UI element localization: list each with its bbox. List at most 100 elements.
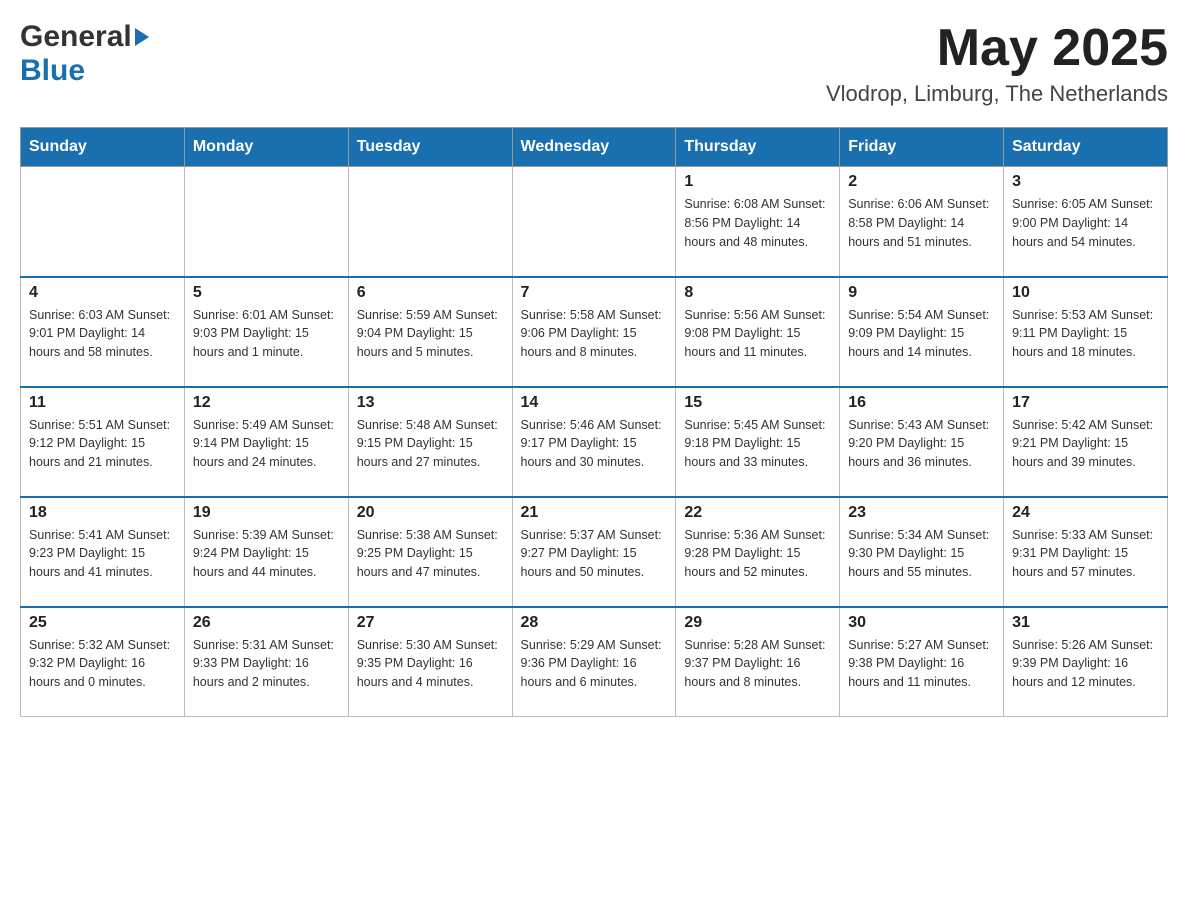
day-number: 19 xyxy=(193,504,340,522)
calendar-day-cell: 18 Sunrise: 5:41 AM Sunset: 9:23 PM Dayli… xyxy=(21,497,185,607)
calendar-day-cell xyxy=(21,167,185,277)
day-number: 8 xyxy=(684,284,831,302)
calendar-day-cell: 7Sunrise: 5:58 AM Sunset: 9:06 PM Daylig… xyxy=(512,277,676,387)
calendar-day-cell: 11 Sunrise: 5:51 AM Sunset: 9:12 PM Dayli… xyxy=(21,387,185,497)
day-number: 24 xyxy=(1012,504,1159,522)
day-info: Sunrise: 6:03 AM Sunset: 9:01 PM Dayligh… xyxy=(29,306,176,362)
day-info: Sunrise: 5:31 AM Sunset: 9:33 PM Dayligh… xyxy=(193,636,340,692)
day-number: 23 xyxy=(848,504,995,522)
day-number: 4 xyxy=(29,284,176,302)
day-number: 25 xyxy=(29,614,176,632)
day-number: 27 xyxy=(357,614,504,632)
calendar-day-cell xyxy=(348,167,512,277)
col-tuesday: Tuesday xyxy=(348,128,512,167)
day-info: Sunrise: 5:49 AM Sunset: 9:14 PM Dayligh… xyxy=(193,416,340,472)
calendar-day-cell xyxy=(184,167,348,277)
calendar-day-cell xyxy=(512,167,676,277)
day-number: 6 xyxy=(357,284,504,302)
day-number: 20 xyxy=(357,504,504,522)
month-title: May 2025 xyxy=(826,20,1168,77)
calendar-week-row: 18 Sunrise: 5:41 AM Sunset: 9:23 PM Dayli… xyxy=(21,497,1168,607)
calendar-header-row: Sunday Monday Tuesday Wednesday Thursday… xyxy=(21,128,1168,167)
calendar-table: Sunday Monday Tuesday Wednesday Thursday… xyxy=(20,127,1168,717)
calendar-day-cell: 17 Sunrise: 5:42 AM Sunset: 9:21 PM Dayli… xyxy=(1004,387,1168,497)
day-number: 15 xyxy=(684,394,831,412)
col-sunday: Sunday xyxy=(21,128,185,167)
day-info: Sunrise: 5:27 AM Sunset: 9:38 PM Dayligh… xyxy=(848,636,995,692)
calendar-day-cell: 5 Sunrise: 6:01 AM Sunset: 9:03 PM Daylig… xyxy=(184,277,348,387)
day-info: Sunrise: 5:37 AM Sunset: 9:27 PM Dayligh… xyxy=(521,526,668,582)
day-number: 1 xyxy=(684,173,831,191)
day-info: Sunrise: 6:06 AM Sunset: 8:58 PM Dayligh… xyxy=(848,195,995,251)
logo-blue-text: Blue xyxy=(20,54,85,88)
calendar-day-cell: 22 Sunrise: 5:36 AM Sunset: 9:28 PM Dayli… xyxy=(676,497,840,607)
calendar-day-cell: 27Sunrise: 5:30 AM Sunset: 9:35 PM Dayli… xyxy=(348,607,512,717)
day-info: Sunrise: 5:43 AM Sunset: 9:20 PM Dayligh… xyxy=(848,416,995,472)
day-info: Sunrise: 6:05 AM Sunset: 9:00 PM Dayligh… xyxy=(1012,195,1159,251)
calendar-day-cell: 2 Sunrise: 6:06 AM Sunset: 8:58 PM Daylig… xyxy=(840,167,1004,277)
day-number: 10 xyxy=(1012,284,1159,302)
day-number: 2 xyxy=(848,173,995,191)
day-number: 3 xyxy=(1012,173,1159,191)
day-info: Sunrise: 5:51 AM Sunset: 9:12 PM Dayligh… xyxy=(29,416,176,472)
col-monday: Monday xyxy=(184,128,348,167)
calendar-day-cell: 12 Sunrise: 5:49 AM Sunset: 9:14 PM Dayli… xyxy=(184,387,348,497)
calendar-day-cell: 16 Sunrise: 5:43 AM Sunset: 9:20 PM Dayli… xyxy=(840,387,1004,497)
day-info: Sunrise: 5:53 AM Sunset: 9:11 PM Dayligh… xyxy=(1012,306,1159,362)
day-info: Sunrise: 5:36 AM Sunset: 9:28 PM Dayligh… xyxy=(684,526,831,582)
day-number: 31 xyxy=(1012,614,1159,632)
day-info: Sunrise: 5:33 AM Sunset: 9:31 PM Dayligh… xyxy=(1012,526,1159,582)
day-info: Sunrise: 5:32 AM Sunset: 9:32 PM Dayligh… xyxy=(29,636,176,692)
page-header: General Blue May 2025 Vlodrop, Limburg, … xyxy=(20,20,1168,107)
day-info: Sunrise: 5:42 AM Sunset: 9:21 PM Dayligh… xyxy=(1012,416,1159,472)
title-area: May 2025 Vlodrop, Limburg, The Netherlan… xyxy=(826,20,1168,107)
day-number: 5 xyxy=(193,284,340,302)
calendar-day-cell: 4 Sunrise: 6:03 AM Sunset: 9:01 PM Daylig… xyxy=(21,277,185,387)
day-info: Sunrise: 5:56 AM Sunset: 9:08 PM Dayligh… xyxy=(684,306,831,362)
logo-general-text: General xyxy=(20,20,149,54)
calendar-day-cell: 24 Sunrise: 5:33 AM Sunset: 9:31 PM Dayli… xyxy=(1004,497,1168,607)
day-number: 26 xyxy=(193,614,340,632)
day-info: Sunrise: 5:34 AM Sunset: 9:30 PM Dayligh… xyxy=(848,526,995,582)
col-friday: Friday xyxy=(840,128,1004,167)
day-number: 12 xyxy=(193,394,340,412)
day-info: Sunrise: 5:46 AM Sunset: 9:17 PM Dayligh… xyxy=(521,416,668,472)
day-info: Sunrise: 6:01 AM Sunset: 9:03 PM Dayligh… xyxy=(193,306,340,362)
day-number: 11 xyxy=(29,394,176,412)
day-info: Sunrise: 5:59 AM Sunset: 9:04 PM Dayligh… xyxy=(357,306,504,362)
calendar-day-cell: 8 Sunrise: 5:56 AM Sunset: 9:08 PM Daylig… xyxy=(676,277,840,387)
col-saturday: Saturday xyxy=(1004,128,1168,167)
day-info: Sunrise: 5:29 AM Sunset: 9:36 PM Dayligh… xyxy=(521,636,668,692)
day-number: 22 xyxy=(684,504,831,522)
day-number: 16 xyxy=(848,394,995,412)
day-number: 21 xyxy=(521,504,668,522)
day-number: 17 xyxy=(1012,394,1159,412)
calendar-day-cell: 29Sunrise: 5:28 AM Sunset: 9:37 PM Dayli… xyxy=(676,607,840,717)
calendar-day-cell: 1Sunrise: 6:08 AM Sunset: 8:56 PM Daylig… xyxy=(676,167,840,277)
day-info: Sunrise: 5:41 AM Sunset: 9:23 PM Dayligh… xyxy=(29,526,176,582)
day-number: 9 xyxy=(848,284,995,302)
calendar-day-cell: 20Sunrise: 5:38 AM Sunset: 9:25 PM Dayli… xyxy=(348,497,512,607)
calendar-day-cell: 26 Sunrise: 5:31 AM Sunset: 9:33 PM Dayli… xyxy=(184,607,348,717)
calendar-day-cell: 14 Sunrise: 5:46 AM Sunset: 9:17 PM Dayli… xyxy=(512,387,676,497)
calendar-day-cell: 15Sunrise: 5:45 AM Sunset: 9:18 PM Dayli… xyxy=(676,387,840,497)
calendar-day-cell: 6 Sunrise: 5:59 AM Sunset: 9:04 PM Daylig… xyxy=(348,277,512,387)
calendar-week-row: 25 Sunrise: 5:32 AM Sunset: 9:32 PM Dayli… xyxy=(21,607,1168,717)
calendar-day-cell: 25 Sunrise: 5:32 AM Sunset: 9:32 PM Dayli… xyxy=(21,607,185,717)
day-number: 14 xyxy=(521,394,668,412)
calendar-day-cell: 19 Sunrise: 5:39 AM Sunset: 9:24 PM Dayli… xyxy=(184,497,348,607)
calendar-day-cell: 13 Sunrise: 5:48 AM Sunset: 9:15 PM Dayli… xyxy=(348,387,512,497)
calendar-week-row: 1Sunrise: 6:08 AM Sunset: 8:56 PM Daylig… xyxy=(21,167,1168,277)
day-number: 13 xyxy=(357,394,504,412)
calendar-day-cell: 30Sunrise: 5:27 AM Sunset: 9:38 PM Dayli… xyxy=(840,607,1004,717)
calendar-day-cell: 21 Sunrise: 5:37 AM Sunset: 9:27 PM Dayli… xyxy=(512,497,676,607)
day-number: 18 xyxy=(29,504,176,522)
logo: General Blue xyxy=(20,20,149,88)
col-thursday: Thursday xyxy=(676,128,840,167)
day-info: Sunrise: 5:48 AM Sunset: 9:15 PM Dayligh… xyxy=(357,416,504,472)
location-subtitle: Vlodrop, Limburg, The Netherlands xyxy=(826,81,1168,107)
day-number: 7 xyxy=(521,284,668,302)
calendar-day-cell: 28Sunrise: 5:29 AM Sunset: 9:36 PM Dayli… xyxy=(512,607,676,717)
day-info: Sunrise: 5:39 AM Sunset: 9:24 PM Dayligh… xyxy=(193,526,340,582)
calendar-week-row: 4 Sunrise: 6:03 AM Sunset: 9:01 PM Daylig… xyxy=(21,277,1168,387)
